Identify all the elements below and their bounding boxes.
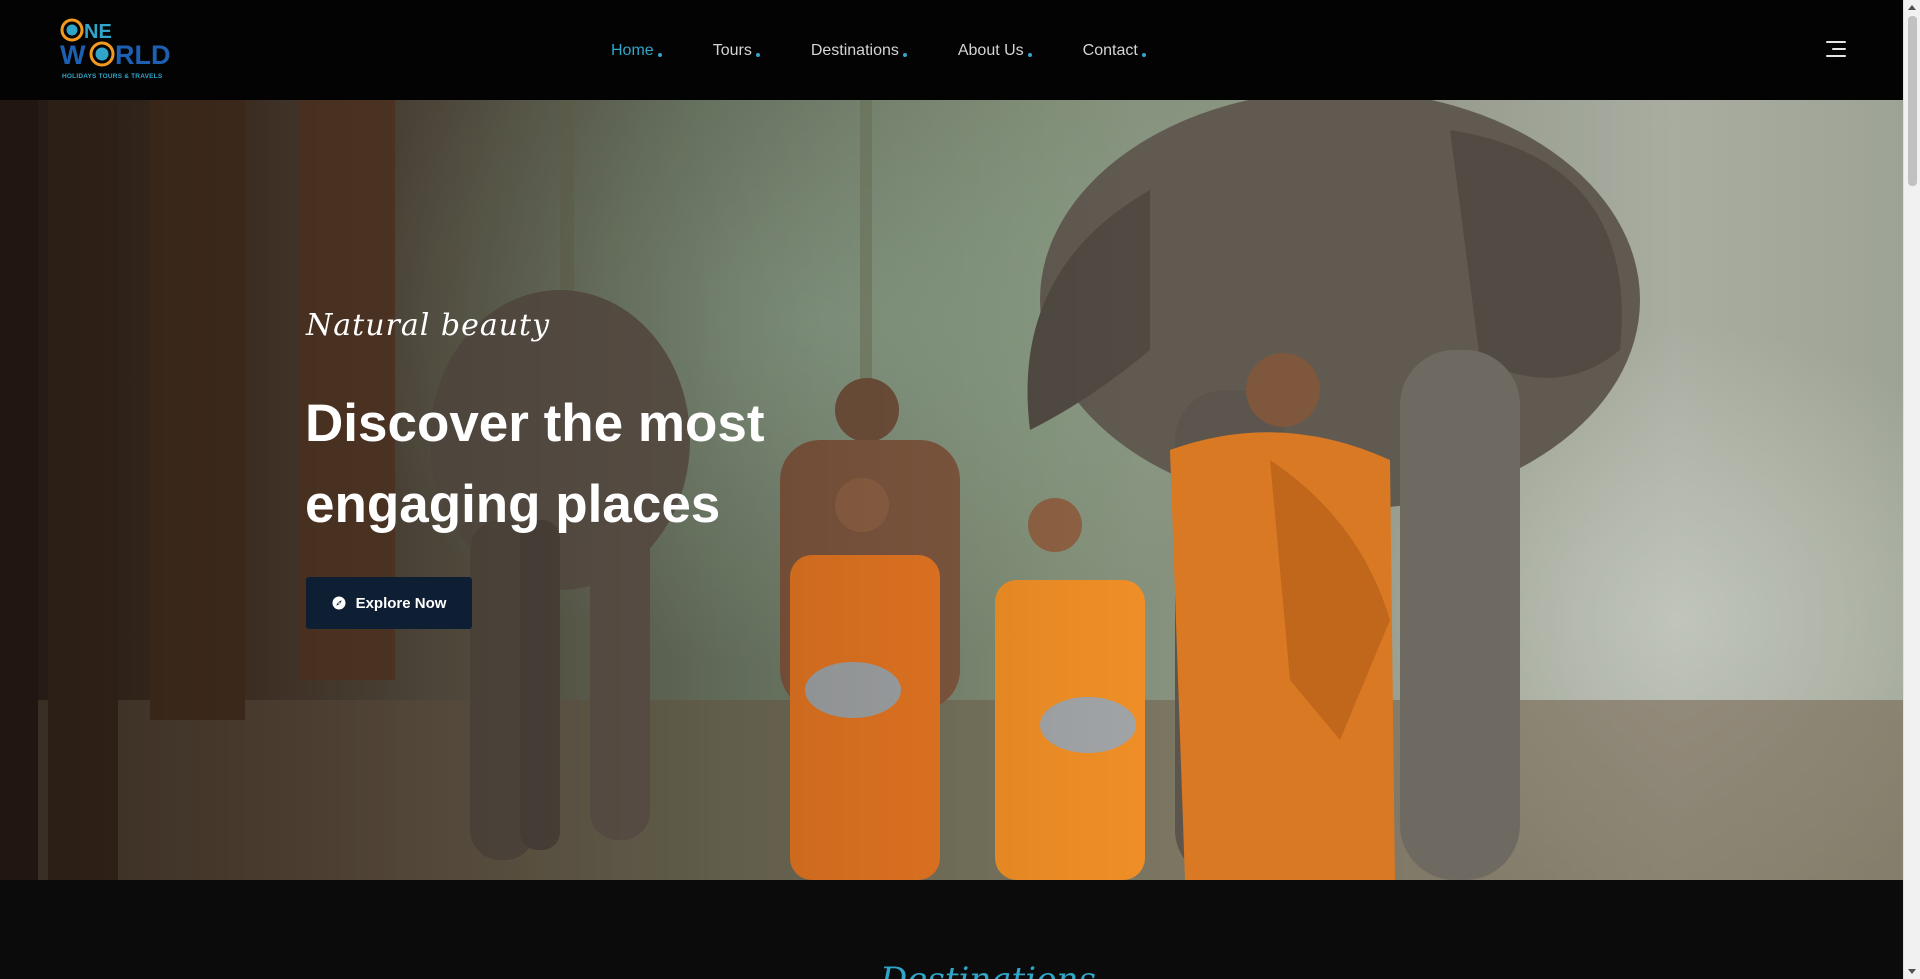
hero-subtitle: Natural beauty [306, 308, 551, 343]
compass-icon [332, 596, 346, 610]
nav-item-label: Contact [1082, 42, 1138, 59]
svg-text:NE: NE [84, 21, 112, 43]
nav-item-label: Destinations [810, 42, 899, 59]
nav-item-about-us[interactable]: About Us [958, 42, 1032, 60]
nav-dot-icon [1027, 53, 1032, 57]
nav-dot-icon [755, 53, 760, 57]
nav-dot-icon [902, 53, 907, 57]
hero-section: Natural beauty Discover the most engagin… [0, 100, 1903, 880]
hamburger-menu-icon[interactable] [1826, 40, 1846, 58]
nav-dot-icon [1141, 53, 1146, 57]
brand-logo[interactable]: NE W RLD HOLIDAYS TOURS & TRAVELS [60, 16, 175, 86]
destinations-section: Destinations [0, 880, 1903, 979]
hero-overlay [0, 100, 1903, 880]
section-script-heading: Destinations [880, 960, 1096, 979]
nav-item-destinations[interactable]: Destinations [811, 42, 907, 60]
explore-now-button[interactable]: Explore Now [306, 577, 472, 629]
hero-title: Discover the most engaging places [305, 394, 765, 534]
nav-item-label: About Us [957, 42, 1024, 59]
scroll-up-arrow-icon[interactable] [1908, 5, 1916, 10]
scrollbar-thumb[interactable] [1908, 16, 1917, 186]
nav-item-tours[interactable]: Tours [713, 42, 760, 60]
site-header: NE W RLD HOLIDAYS TOURS & TRAVELS Home T… [0, 0, 1903, 100]
page: NE W RLD HOLIDAYS TOURS & TRAVELS Home T… [0, 0, 1903, 979]
svg-text:RLD: RLD [115, 40, 171, 70]
page-scrollbar[interactable] [1903, 0, 1920, 979]
nav-item-label: Home [611, 42, 654, 59]
explore-now-label: Explore Now [355, 594, 447, 612]
logo-tagline: HOLIDAYS TOURS & TRAVELS [62, 73, 163, 80]
main-nav: Home Tours Destinations About Us Contact [611, 38, 1197, 64]
svg-text:W: W [60, 40, 86, 70]
scroll-down-arrow-icon[interactable] [1908, 969, 1916, 974]
nav-item-home[interactable]: Home [611, 42, 662, 60]
nav-dot-icon [657, 53, 662, 57]
nav-item-contact[interactable]: Contact [1083, 42, 1146, 60]
nav-item-label: Tours [712, 42, 752, 59]
